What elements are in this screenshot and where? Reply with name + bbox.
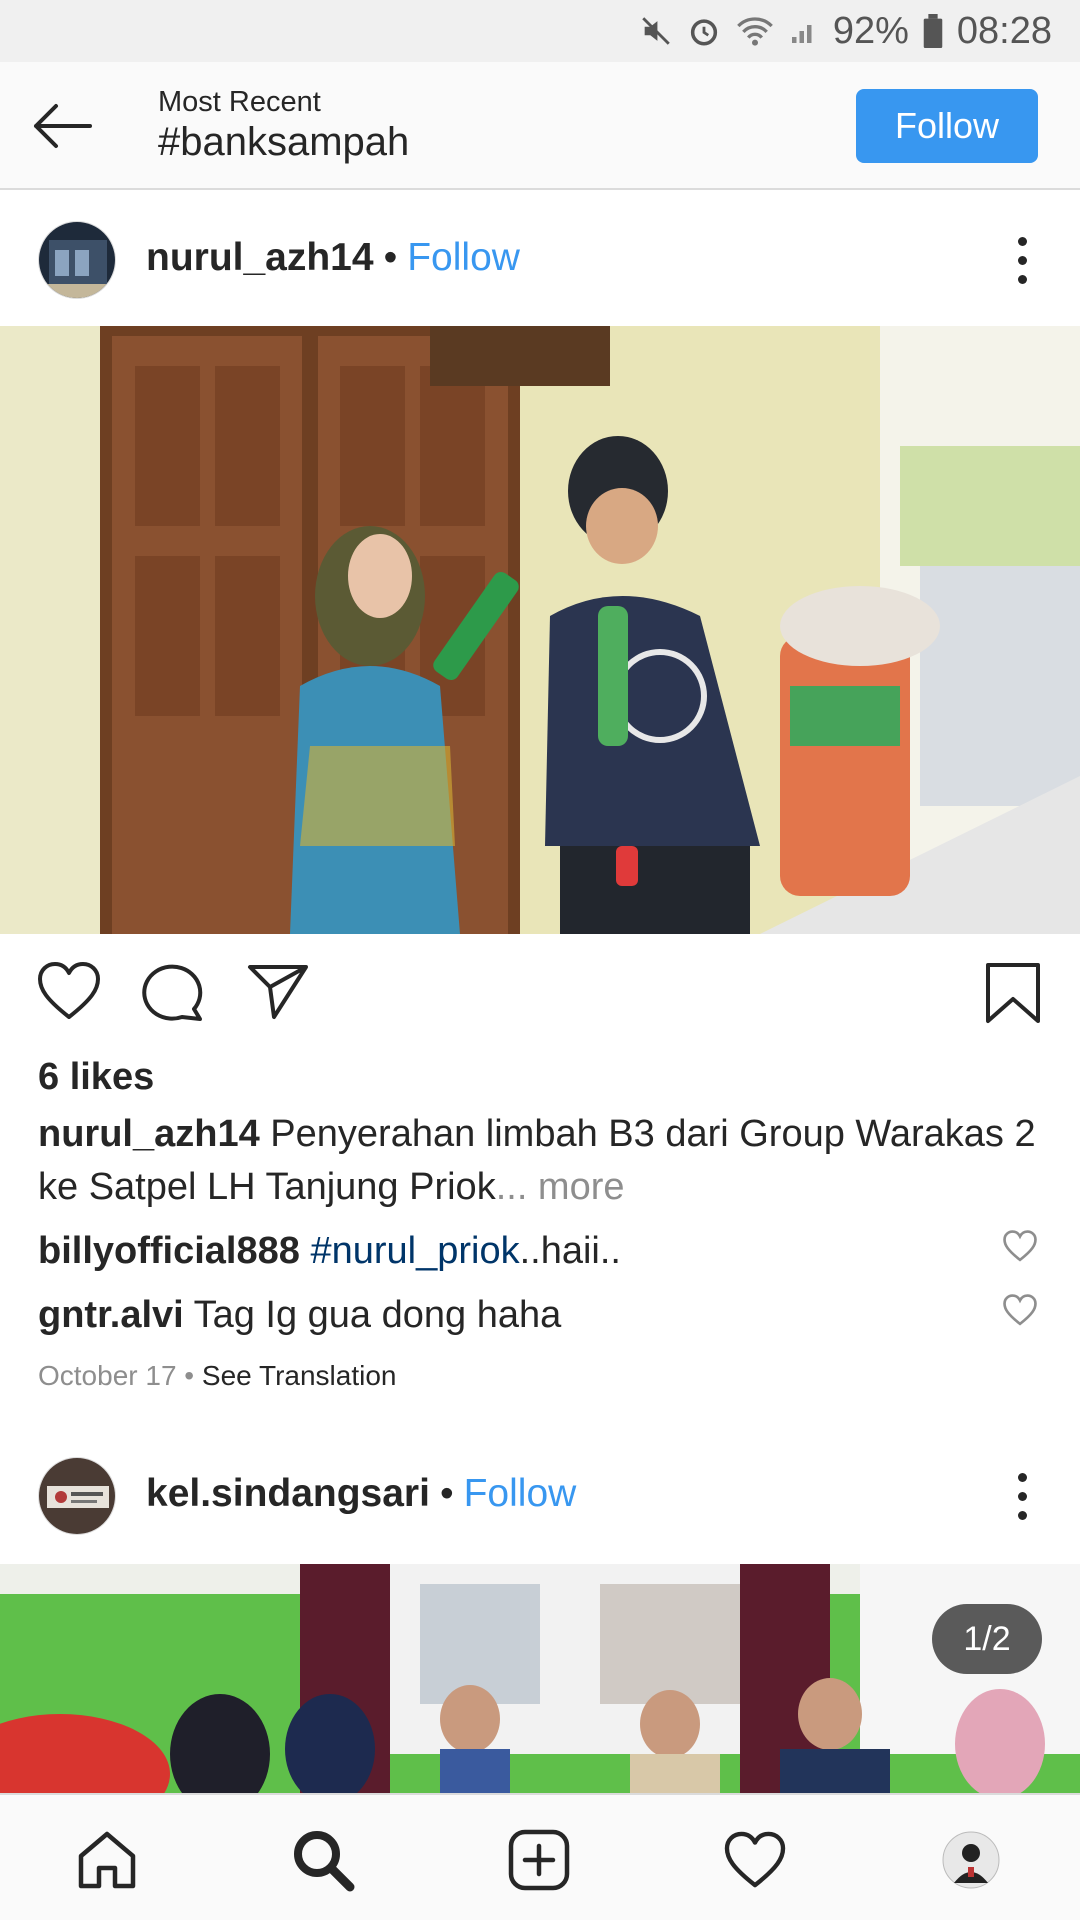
top-nav: Most Recent #banksampah Follow bbox=[0, 62, 1080, 190]
more-dot bbox=[1017, 1472, 1027, 1482]
follow-user-link[interactable]: Follow bbox=[464, 1472, 577, 1516]
separator-dot: • bbox=[383, 236, 398, 279]
post-header: kel.sindangsari • Follow bbox=[0, 1430, 1080, 1562]
post-date: October 17 bbox=[38, 1360, 177, 1391]
avatar[interactable] bbox=[38, 1457, 116, 1535]
battery-percent: 92% bbox=[832, 9, 909, 52]
post-options-button[interactable] bbox=[1004, 1466, 1040, 1526]
heart-icon bbox=[1003, 1294, 1037, 1326]
post-actions bbox=[0, 955, 1080, 1035]
post-caption: nurul_azh14 Penyerahan limbah B3 dari Gr… bbox=[38, 1108, 1038, 1214]
comment-button[interactable] bbox=[142, 961, 206, 1028]
clock: 08:28 bbox=[956, 9, 1052, 52]
comment-item: gntr.alvi Tag Ig gua dong haha bbox=[38, 1294, 561, 1337]
back-button[interactable] bbox=[28, 92, 96, 160]
more-dot bbox=[1017, 1491, 1027, 1501]
comment-hashtag[interactable]: #nurul_priok bbox=[310, 1230, 519, 1272]
share-button[interactable] bbox=[246, 961, 310, 1026]
comment-like-button[interactable] bbox=[1002, 1230, 1038, 1266]
battery-icon bbox=[923, 14, 943, 48]
comment-username[interactable]: billyofficial888 bbox=[38, 1230, 300, 1272]
see-translation-link[interactable]: See Translation bbox=[202, 1360, 397, 1391]
add-post-icon bbox=[508, 1829, 570, 1891]
more-dot bbox=[1017, 255, 1027, 265]
home-icon bbox=[78, 1831, 136, 1889]
signal-icon bbox=[789, 16, 819, 46]
more-dot bbox=[1017, 1510, 1027, 1520]
caption-username[interactable]: nurul_azh14 bbox=[38, 1113, 260, 1155]
post-username[interactable]: kel.sindangsari bbox=[146, 1472, 430, 1516]
like-count[interactable]: 6 likes bbox=[38, 1056, 154, 1099]
nav-new-post[interactable] bbox=[504, 1825, 574, 1895]
save-button[interactable] bbox=[984, 961, 1042, 1030]
carousel-counter: 1/2 bbox=[932, 1604, 1042, 1674]
post-options-button[interactable] bbox=[1004, 230, 1040, 290]
page-title: #banksampah bbox=[158, 120, 410, 164]
bookmark-icon bbox=[986, 963, 1040, 1023]
alarm-icon bbox=[687, 14, 721, 48]
nav-search[interactable] bbox=[288, 1825, 358, 1895]
search-icon bbox=[294, 1831, 355, 1892]
status-bar: 92% 08:28 bbox=[0, 0, 1080, 62]
nav-activity[interactable] bbox=[720, 1825, 790, 1895]
more-dot bbox=[1017, 236, 1027, 246]
like-button[interactable] bbox=[36, 961, 102, 1026]
separator-dot: • bbox=[439, 1472, 454, 1515]
post-username-line: kel.sindangsari • Follow bbox=[146, 1472, 576, 1516]
heart-icon bbox=[1003, 1230, 1037, 1262]
profile-avatar-icon bbox=[942, 1831, 1000, 1889]
post-header: nurul_azh14 • Follow bbox=[0, 194, 1080, 326]
meta-separator: • bbox=[176, 1360, 202, 1391]
mute-icon bbox=[639, 14, 673, 48]
post-username-line: nurul_azh14 • Follow bbox=[146, 236, 520, 280]
heart-icon bbox=[38, 962, 100, 1019]
post-meta: October 17 • See Translation bbox=[38, 1360, 396, 1392]
wifi-icon bbox=[735, 14, 775, 48]
back-arrow-icon bbox=[34, 104, 92, 148]
header-subtitle: Most Recent bbox=[158, 86, 321, 118]
comment-text: ..haii.. bbox=[519, 1230, 621, 1272]
activity-heart-icon bbox=[724, 1831, 786, 1888]
nav-profile[interactable] bbox=[936, 1825, 1006, 1895]
bottom-nav bbox=[0, 1793, 1080, 1920]
comment-username[interactable]: gntr.alvi bbox=[38, 1294, 184, 1336]
comment-text: Tag Ig gua dong haha bbox=[183, 1294, 562, 1336]
follow-user-link[interactable]: Follow bbox=[407, 236, 520, 280]
post-username[interactable]: nurul_azh14 bbox=[146, 236, 374, 280]
avatar[interactable] bbox=[38, 221, 116, 299]
post-photo[interactable] bbox=[0, 1564, 1080, 1793]
nav-home[interactable] bbox=[72, 1825, 142, 1895]
follow-hashtag-button[interactable]: Follow bbox=[856, 89, 1038, 163]
comment-icon bbox=[142, 964, 203, 1021]
more-dot bbox=[1017, 274, 1027, 284]
share-icon bbox=[248, 965, 308, 1019]
comment-item: billyofficial888 #nurul_priok..haii.. bbox=[38, 1230, 621, 1273]
caption-more-link[interactable]: ... more bbox=[496, 1166, 625, 1208]
post-photo[interactable] bbox=[0, 326, 1080, 934]
comment-like-button[interactable] bbox=[1002, 1294, 1038, 1330]
